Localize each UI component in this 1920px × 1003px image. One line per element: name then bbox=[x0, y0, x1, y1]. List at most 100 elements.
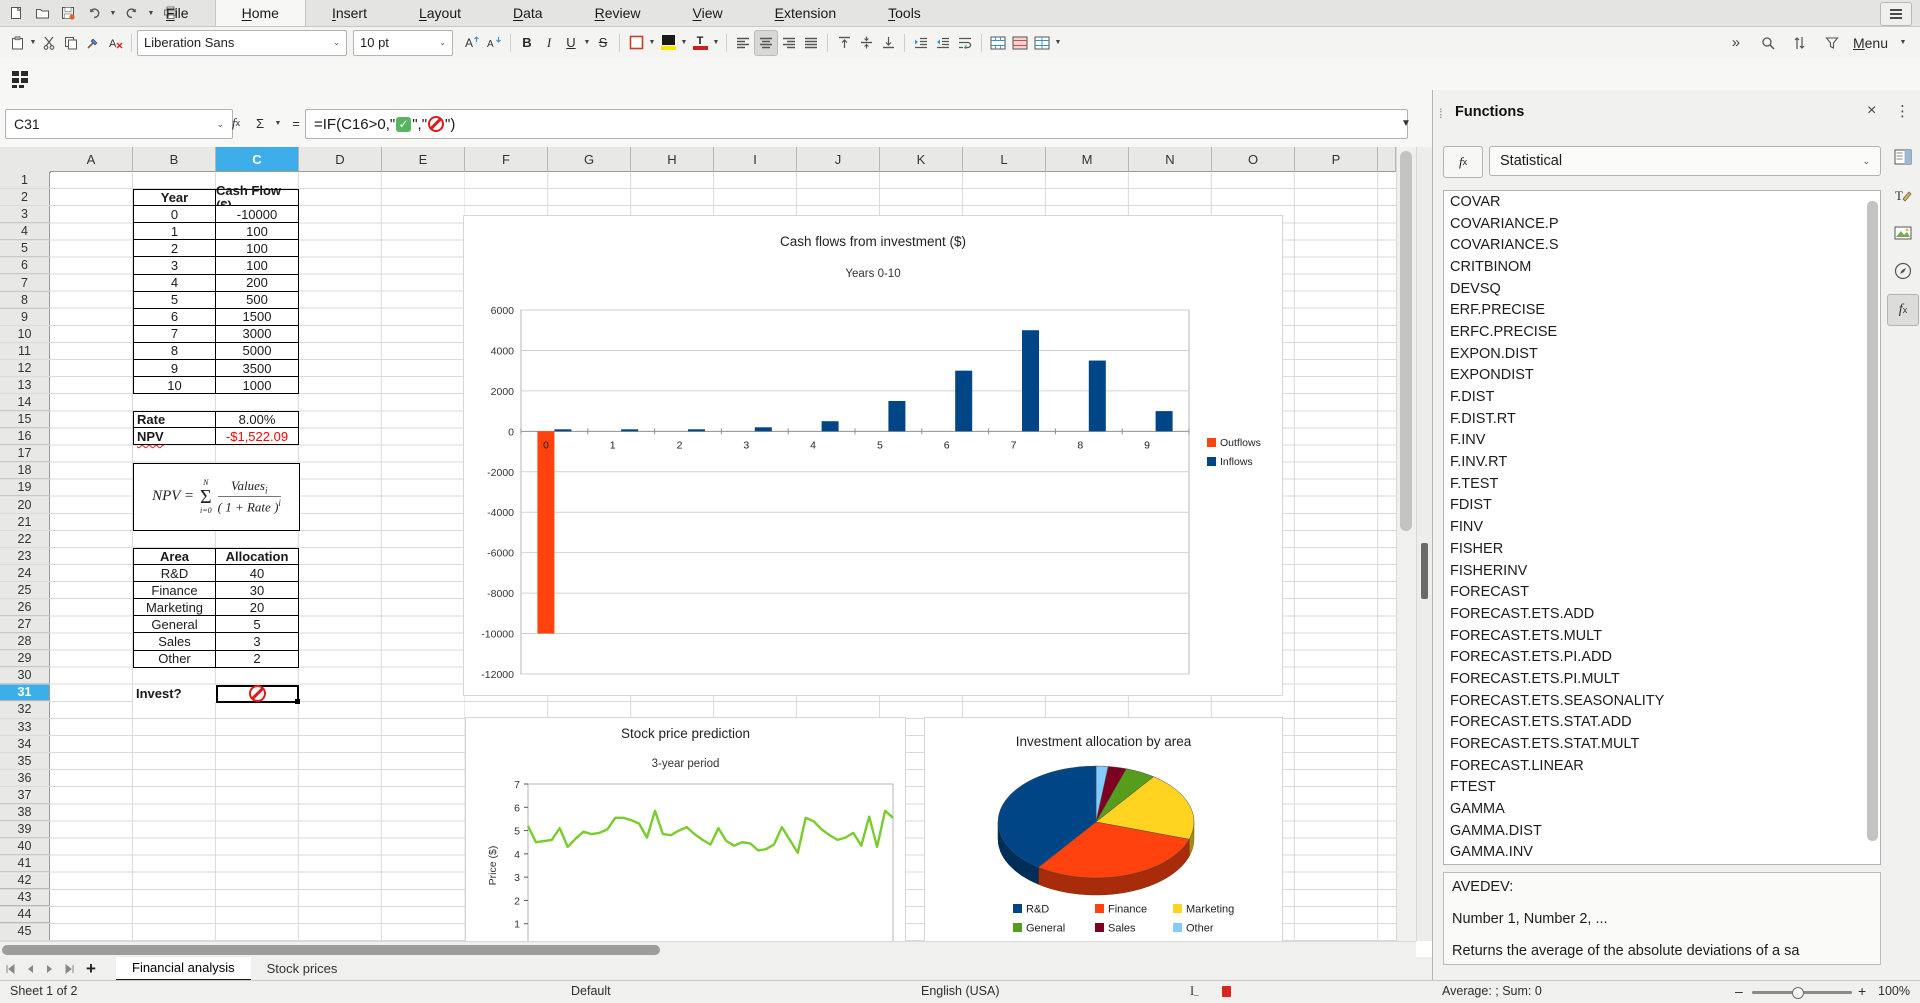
column-header-F[interactable]: F bbox=[465, 147, 548, 172]
function-item-gamma.inv[interactable]: GAMMA.INV bbox=[1444, 842, 1880, 864]
rate-value[interactable]: 8.00% bbox=[216, 411, 299, 428]
function-item-f.test[interactable]: F.TEST bbox=[1444, 473, 1880, 495]
menu-tab-home[interactable]: Home bbox=[215, 0, 306, 26]
unmerge-cells-button[interactable] bbox=[1031, 31, 1053, 55]
column-header-N[interactable]: N bbox=[1129, 147, 1212, 172]
panel-grip-icon[interactable]: ⁞ bbox=[1439, 106, 1442, 121]
zoom-out-button[interactable]: – bbox=[1735, 983, 1743, 999]
menu-tab-insert[interactable]: Insert bbox=[306, 0, 393, 26]
align-bottom-button[interactable] bbox=[877, 31, 899, 55]
font-name-combobox[interactable]: Liberation Sans⌄ bbox=[137, 30, 347, 56]
function-item-f.inv.rt[interactable]: F.INV.RT bbox=[1444, 451, 1880, 473]
function-list-scrollbar[interactable] bbox=[1867, 193, 1878, 860]
functions-deck-icon[interactable]: fx bbox=[1887, 294, 1919, 326]
name-box[interactable]: C31 ⌄ bbox=[5, 109, 233, 139]
borders-button[interactable] bbox=[625, 31, 647, 55]
menu-tab-extension[interactable]: Extension bbox=[749, 0, 863, 26]
cut-button[interactable] bbox=[38, 31, 60, 55]
cashflow-year-7[interactable]: 7 bbox=[133, 326, 216, 343]
function-item-fdist[interactable]: FDIST bbox=[1444, 495, 1880, 517]
page-style-indicator[interactable]: Default bbox=[571, 984, 611, 998]
category-dropdown[interactable]: Statistical ⌄ bbox=[1489, 146, 1881, 176]
allocation-value-R&D[interactable]: 40 bbox=[216, 565, 299, 582]
next-sheet-button[interactable] bbox=[40, 959, 60, 979]
decrease-font-size-button[interactable]: A bbox=[483, 31, 505, 55]
cashflow-year-9[interactable]: 9 bbox=[133, 360, 216, 377]
cashflow-value-7[interactable]: 3000 bbox=[216, 326, 299, 343]
table-grid-icon[interactable] bbox=[10, 68, 32, 90]
function-list-scrollbar-thumb[interactable] bbox=[1867, 201, 1878, 841]
function-item-ftest[interactable]: FTEST bbox=[1444, 777, 1880, 799]
menu-dropdown-arrow[interactable]: ▼ bbox=[1898, 39, 1908, 46]
sidebar-splitter[interactable] bbox=[1416, 147, 1433, 941]
cashflow-value-0[interactable]: -10000 bbox=[216, 206, 299, 223]
cashflow-value-1[interactable]: 100 bbox=[216, 223, 299, 240]
bar-chart[interactable]: Cash flows from investment ($)Years 0-10… bbox=[463, 215, 1283, 696]
merge-dropdown-arrow[interactable]: ▼ bbox=[1053, 39, 1063, 46]
function-item-devsq[interactable]: DEVSQ bbox=[1444, 278, 1880, 300]
cashflow-value-9[interactable]: 3500 bbox=[216, 360, 299, 377]
function-item-critbinom[interactable]: CRITBINOM bbox=[1444, 256, 1880, 278]
allocation-area-Marketing[interactable]: Marketing bbox=[133, 599, 216, 616]
function-item-f.dist.rt[interactable]: F.DIST.RT bbox=[1444, 408, 1880, 430]
sort-button[interactable] bbox=[1789, 31, 1811, 55]
clone-formatting-button[interactable] bbox=[82, 31, 104, 55]
column-header-B[interactable]: B bbox=[133, 147, 216, 172]
allocation-value-Marketing[interactable]: 20 bbox=[216, 599, 299, 616]
column-header-O[interactable]: O bbox=[1212, 147, 1295, 172]
center-vertically-button[interactable] bbox=[855, 31, 877, 55]
vertical-scrollbar-thumb[interactable] bbox=[1400, 151, 1412, 531]
function-item-erfc.precise[interactable]: ERFC.PRECISE bbox=[1444, 321, 1880, 343]
cashflow-value-3[interactable]: 100 bbox=[216, 257, 299, 274]
function-item-erf.precise[interactable]: ERF.PRECISE bbox=[1444, 299, 1880, 321]
previous-sheet-button[interactable] bbox=[20, 959, 40, 979]
open-file-button[interactable] bbox=[30, 2, 54, 24]
vertical-scrollbar[interactable] bbox=[1396, 147, 1416, 941]
insert-function-button[interactable]: fx bbox=[1443, 146, 1483, 178]
align-center-button[interactable] bbox=[754, 30, 778, 56]
cashflow-value-8[interactable]: 5000 bbox=[216, 343, 299, 360]
function-item-forecast.linear[interactable]: FORECAST.LINEAR bbox=[1444, 755, 1880, 777]
menu-button[interactable]: MMenuenu bbox=[1853, 31, 1888, 55]
cashflow-value-4[interactable]: 200 bbox=[216, 275, 299, 292]
navigator-deck-icon[interactable] bbox=[1888, 256, 1918, 286]
cashflow-year-3[interactable]: 3 bbox=[133, 257, 216, 274]
font-color-dropdown-arrow[interactable]: ▼ bbox=[711, 39, 721, 46]
function-item-forecast.ets.mult[interactable]: FORECAST.ETS.MULT bbox=[1444, 625, 1880, 647]
cashflow-header-value[interactable]: Cash Flow ($) bbox=[216, 189, 299, 206]
paste-dropdown-arrow[interactable]: ▼ bbox=[28, 39, 38, 46]
increase-indent-button[interactable] bbox=[910, 31, 932, 55]
function-item-expondist[interactable]: EXPONDIST bbox=[1444, 365, 1880, 387]
cashflow-year-10[interactable]: 10 bbox=[133, 377, 216, 394]
cashflow-year-0[interactable]: 0 bbox=[133, 206, 216, 223]
cashflow-year-4[interactable]: 4 bbox=[133, 275, 216, 292]
allocation-header-area[interactable]: Area bbox=[133, 548, 216, 565]
horizontal-scrollbar-thumb[interactable] bbox=[2, 945, 660, 955]
cashflow-value-10[interactable]: 1000 bbox=[216, 377, 299, 394]
paste-button[interactable] bbox=[6, 31, 28, 55]
undo-dropdown-arrow[interactable]: ▼ bbox=[108, 10, 118, 17]
menu-tab-view[interactable]: View bbox=[667, 0, 749, 26]
styles-deck-icon[interactable]: T bbox=[1888, 180, 1918, 210]
function-item-gamma.dist[interactable]: GAMMA.DIST bbox=[1444, 820, 1880, 842]
selection-stats[interactable]: Average: ; Sum: 0 bbox=[1442, 984, 1542, 998]
toolbar-overflow-button[interactable]: » bbox=[1725, 31, 1747, 55]
select-all-corner[interactable] bbox=[0, 147, 51, 173]
function-item-forecast.ets.pi.add[interactable]: FORECAST.ETS.PI.ADD bbox=[1444, 646, 1880, 668]
function-item-forecast.ets.add[interactable]: FORECAST.ETS.ADD bbox=[1444, 603, 1880, 625]
line-chart[interactable]: Stock price prediction3-year period01234… bbox=[465, 717, 906, 941]
column-header-C[interactable]: C bbox=[216, 147, 299, 172]
function-item-gamma[interactable]: GAMMA bbox=[1444, 798, 1880, 820]
cashflow-year-8[interactable]: 8 bbox=[133, 343, 216, 360]
column-header-E[interactable]: E bbox=[382, 147, 465, 172]
column-header-L[interactable]: L bbox=[963, 147, 1046, 172]
wrap-text-button[interactable] bbox=[954, 31, 976, 55]
column-headers[interactable]: ABCDEFGHIJKLMNOP bbox=[50, 147, 1396, 172]
last-sheet-button[interactable] bbox=[60, 959, 80, 979]
language-indicator[interactable]: English (USA) bbox=[921, 984, 1000, 998]
borders-dropdown-arrow[interactable]: ▼ bbox=[647, 39, 657, 46]
allocation-value-Sales[interactable]: 3 bbox=[216, 633, 299, 650]
panel-close-icon[interactable]: × bbox=[1867, 102, 1876, 120]
menu-tab-layout[interactable]: Layout bbox=[393, 0, 487, 26]
hamburger-menu-button[interactable] bbox=[1880, 2, 1912, 26]
